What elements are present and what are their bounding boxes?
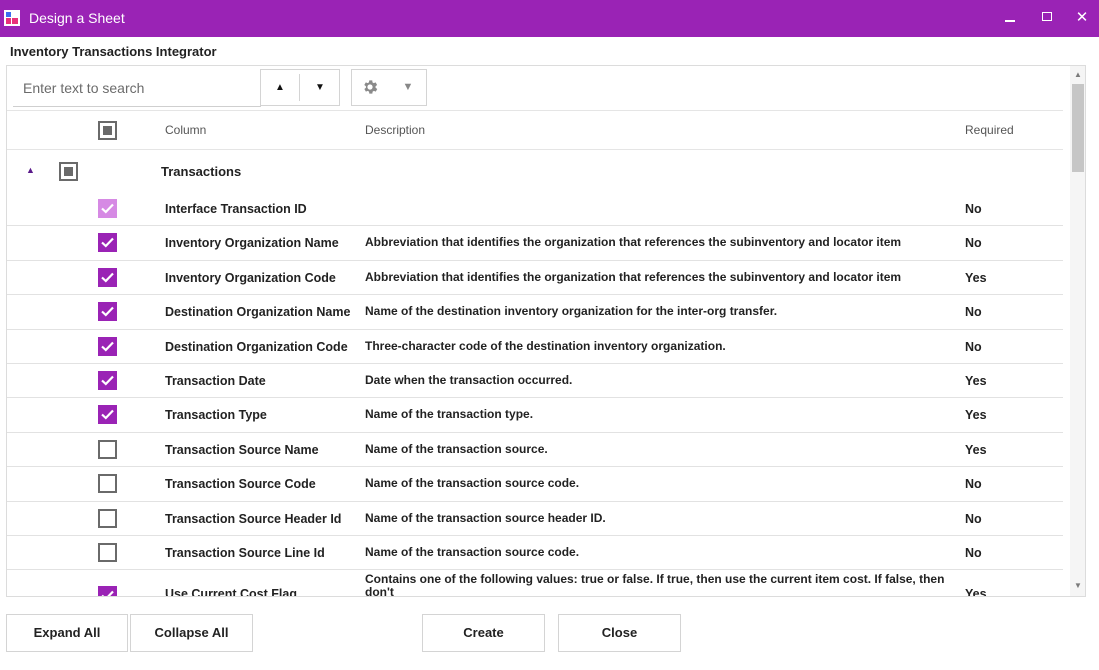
column-required: Yes	[965, 408, 987, 423]
column-required: No	[965, 236, 982, 251]
column-name: Transaction Source Code	[165, 477, 316, 492]
row-checkbox[interactable]	[98, 542, 117, 562]
row-checkbox[interactable]	[98, 267, 117, 287]
column-description: Name of the transaction type.	[365, 407, 534, 422]
column-required: Yes	[965, 442, 987, 457]
minimize-button[interactable]	[996, 6, 1024, 30]
column-name: Transaction Source Line Id	[165, 545, 325, 560]
row-checkbox[interactable]	[98, 508, 117, 528]
grid-header: Column Description Required	[7, 110, 1063, 150]
previous-match-button[interactable]: ▲	[261, 70, 299, 105]
column-name: Transaction Source Name	[165, 442, 319, 457]
table-row: Transaction Source Code Name of the tran…	[7, 467, 1063, 502]
table-row: Transaction Source Header Id Name of the…	[7, 502, 1063, 536]
column-required: Yes	[965, 587, 987, 597]
column-required: No	[965, 305, 982, 320]
column-description: Three-character code of the destination …	[365, 338, 726, 353]
group-row-transactions: ▲ Transactions	[7, 150, 1063, 192]
column-description: Contains one of the following values: tr…	[365, 572, 945, 597]
column-description: Name of the transaction source code.	[365, 476, 580, 491]
column-name: Destination Organization Name	[165, 305, 351, 320]
row-checkbox[interactable]	[98, 439, 117, 459]
next-match-button[interactable]: ▼	[301, 70, 339, 105]
column-required: No	[965, 511, 982, 526]
row-checkbox[interactable]	[98, 370, 117, 390]
column-name: Transaction Date	[165, 373, 266, 388]
vertical-scrollbar[interactable]: ▲ ▼	[1070, 66, 1085, 596]
arrow-up-icon: ▲	[275, 82, 285, 93]
group-checkbox[interactable]	[59, 162, 78, 181]
close-window-button[interactable]: ✕	[1068, 6, 1096, 30]
row-checkbox[interactable]	[98, 586, 117, 596]
close-icon: ✕	[1075, 9, 1089, 26]
row-checkbox[interactable]	[98, 233, 117, 253]
close-button[interactable]: Close	[558, 614, 681, 652]
scroll-down-icon[interactable]: ▼	[1070, 579, 1085, 593]
column-name: Transaction Type	[165, 408, 267, 423]
row-checkbox[interactable]	[98, 474, 117, 494]
navigation-buttons: ▲ ▼	[260, 69, 340, 106]
scroll-up-icon[interactable]: ▲	[1070, 68, 1085, 82]
column-required: Yes	[965, 270, 987, 285]
column-description: Name of the transaction source code.	[365, 544, 580, 559]
column-name: Inventory Organization Name	[165, 236, 339, 251]
row-checkbox[interactable]	[98, 302, 117, 322]
group-label: Transactions	[161, 164, 242, 179]
column-name: Interface Transaction ID	[165, 202, 307, 216]
app-icon	[4, 10, 20, 26]
column-required: No	[965, 339, 982, 354]
maximize-icon	[1042, 12, 1052, 21]
chevron-down-icon: ▼	[402, 81, 414, 93]
table-row: Transaction Source Line Id Name of the t…	[7, 536, 1063, 571]
collapse-all-button[interactable]: Collapse All	[130, 614, 253, 652]
title-bar: Design a Sheet ✕	[0, 0, 1099, 37]
column-header-required: Required	[965, 123, 1014, 137]
select-all-checkbox[interactable]	[98, 121, 117, 140]
table-row: Destination Organization Name Name of th…	[7, 295, 1063, 330]
column-header-column: Column	[165, 123, 207, 137]
table-row: Transaction Source Name Name of the tran…	[7, 433, 1063, 468]
column-header-description: Description	[365, 123, 426, 137]
arrow-down-icon: ▼	[315, 82, 325, 93]
collapse-group-icon[interactable]: ▲	[26, 165, 35, 175]
column-required: No	[965, 477, 982, 492]
column-required: No	[965, 202, 982, 216]
table-row: Transaction Date Date when the transacti…	[7, 364, 1063, 399]
minimize-icon	[1005, 20, 1015, 22]
search-input[interactable]	[23, 78, 253, 98]
window-title: Design a Sheet	[29, 10, 125, 26]
table-row: Inventory Organization Code Abbreviation…	[7, 261, 1063, 296]
column-name: Transaction Source Header Id	[165, 511, 342, 526]
table-row: Transaction Type Name of the transaction…	[7, 398, 1063, 433]
table-row: Destination Organization Code Three-char…	[7, 330, 1063, 364]
column-description: Name of the transaction source header ID…	[365, 510, 606, 525]
column-selection-panel: ▲ ▼ ▼ Column Description Required ▲ Tran…	[6, 65, 1086, 597]
settings-menu-button[interactable]: ▼	[351, 69, 427, 106]
column-description: Date when the transaction occurred.	[365, 372, 573, 387]
column-description: Abbreviation that identifies the organiz…	[365, 235, 902, 250]
table-row: Interface Transaction ID No	[7, 192, 1063, 227]
search-box	[13, 71, 261, 107]
column-name: Destination Organization Code	[165, 339, 348, 354]
row-checkbox[interactable]	[98, 405, 117, 425]
column-description: Abbreviation that identifies the organiz…	[365, 269, 902, 284]
column-required: Yes	[965, 373, 987, 388]
maximize-button[interactable]	[1033, 6, 1061, 30]
column-name: Inventory Organization Code	[165, 270, 336, 285]
gear-icon	[364, 80, 378, 94]
create-button[interactable]: Create	[422, 614, 545, 652]
page-title: Inventory Transactions Integrator	[10, 44, 217, 59]
table-row: Use Current Cost Flag Contains one of th…	[7, 570, 1063, 597]
row-checkbox[interactable]	[98, 336, 117, 356]
column-description: Name of the transaction source.	[365, 441, 548, 456]
column-name: Use Current Cost Flag	[165, 587, 297, 597]
column-description: Name of the destination inventory organi…	[365, 304, 778, 319]
column-required: No	[965, 545, 982, 560]
row-checkbox[interactable]	[98, 199, 117, 218]
table-row: Inventory Organization Name Abbreviation…	[7, 226, 1063, 261]
column-list: Interface Transaction ID No Inventory Or…	[7, 192, 1063, 597]
expand-all-button[interactable]: Expand All	[6, 614, 128, 652]
scrollbar-thumb[interactable]	[1072, 84, 1084, 172]
